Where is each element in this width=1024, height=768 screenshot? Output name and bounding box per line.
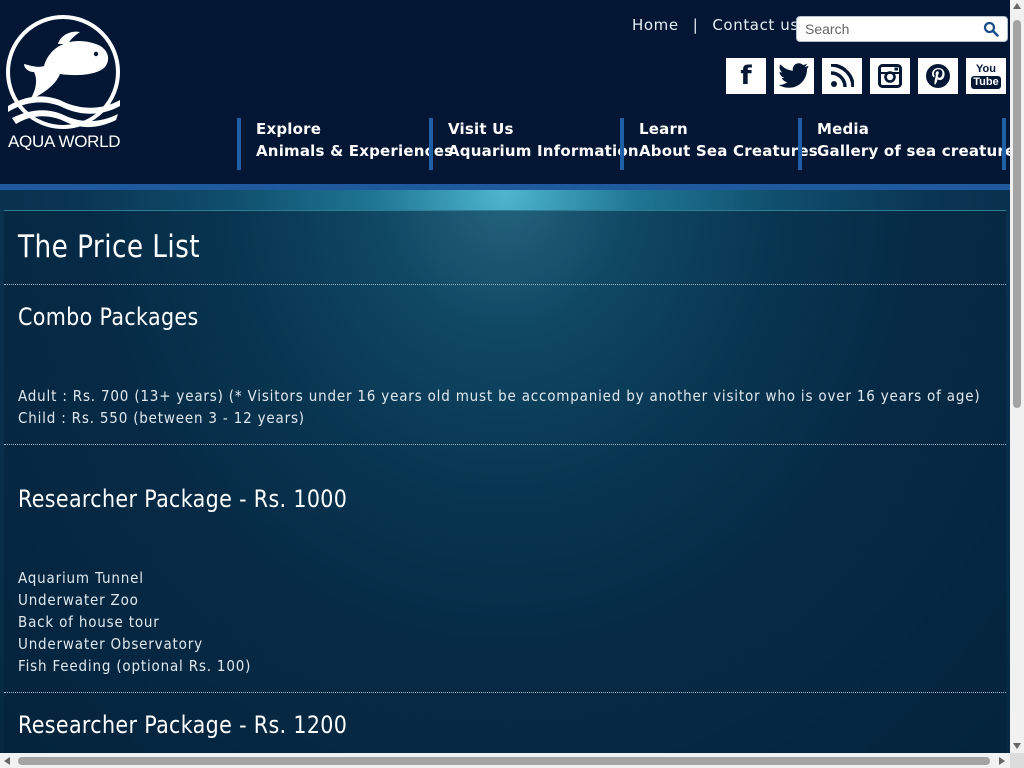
section-heading: Researcher Package - Rs. 1000	[18, 485, 348, 513]
price-list-panel: The Price List Combo Packages Adult : Rs…	[4, 210, 1006, 754]
package-item: Back of house tour	[18, 613, 160, 631]
link-separator: |	[692, 16, 699, 34]
divider	[4, 692, 1006, 693]
nav-item-media[interactable]: Media Gallery of sea creatures	[798, 118, 1024, 170]
home-link[interactable]: Home	[632, 16, 679, 34]
horizontal-scrollbar[interactable]	[0, 753, 1010, 768]
facebook-button[interactable]: f	[726, 58, 766, 94]
package-item: Aquarium Tunnel	[18, 569, 144, 587]
price-line: Adult : Rs. 700 (13+ years) (* Visitors …	[18, 387, 981, 405]
nav-item-subtitle: Gallery of sea creatures	[817, 142, 1024, 160]
nav-item-learn[interactable]: Learn About Sea Creatures	[620, 118, 818, 170]
instagram-button[interactable]	[870, 58, 910, 94]
nav-item-title: Media	[817, 120, 870, 138]
vertical-scrollbar[interactable]	[1010, 0, 1024, 753]
search-input[interactable]	[805, 20, 975, 38]
package-item: Fish Feeding (optional Rs. 100)	[18, 657, 252, 675]
youtube-button[interactable]: You Tube	[966, 58, 1006, 94]
pinterest-icon	[926, 64, 950, 88]
page-title: The Price List	[18, 229, 201, 265]
top-links: Home | Contact us	[632, 16, 799, 34]
twitter-button[interactable]	[774, 58, 814, 94]
nav-item-explore[interactable]: Explore Animals & Experiences	[237, 118, 454, 170]
pinterest-button[interactable]	[918, 58, 958, 94]
scroll-right-arrow-icon[interactable]	[999, 757, 1005, 765]
fish-logo-icon	[6, 15, 120, 129]
nav-item-subtitle: About Sea Creatures	[639, 142, 818, 160]
nav-item-subtitle: Animals & Experiences	[256, 142, 454, 160]
nav-item-title: Learn	[639, 120, 688, 138]
scroll-left-arrow-icon[interactable]	[4, 757, 10, 765]
section-heading: Researcher Package - Rs. 1200	[18, 711, 348, 739]
divider	[4, 444, 1006, 445]
youtube-icon: You Tube	[971, 62, 1001, 89]
divider	[4, 284, 1006, 285]
rss-icon	[830, 64, 854, 88]
instagram-icon	[878, 64, 902, 88]
scroll-down-arrow-icon[interactable]	[1013, 743, 1021, 749]
search-box	[796, 16, 1008, 42]
price-line: Child : Rs. 550 (between 3 - 12 years)	[18, 409, 305, 427]
site-header: AQUA WORLD Home | Contact us f You Tube	[0, 0, 1024, 186]
nav-item-title: Visit Us	[448, 120, 514, 138]
brand-name: AQUA WORLD	[8, 132, 121, 151]
section-heading: Combo Packages	[18, 303, 199, 331]
nav-item-title: Explore	[256, 120, 322, 138]
horizontal-scroll-thumb[interactable]	[18, 757, 990, 765]
nav-item-subtitle: Aquarium Information	[448, 142, 639, 160]
package-item: Underwater Zoo	[18, 591, 139, 609]
scrollbar-corner	[1010, 753, 1024, 768]
nav-divider	[1002, 118, 1006, 170]
facebook-icon: f	[740, 61, 752, 91]
nav-item-visit-us[interactable]: Visit Us Aquarium Information	[429, 118, 639, 170]
vertical-scroll-thumb[interactable]	[1013, 20, 1021, 408]
search-icon[interactable]	[983, 21, 999, 37]
twitter-icon	[779, 63, 809, 88]
rss-button[interactable]	[822, 58, 862, 94]
contact-us-link[interactable]: Contact us	[712, 16, 798, 34]
scroll-up-arrow-icon[interactable]	[1013, 3, 1021, 9]
package-item: Underwater Observatory	[18, 635, 203, 653]
